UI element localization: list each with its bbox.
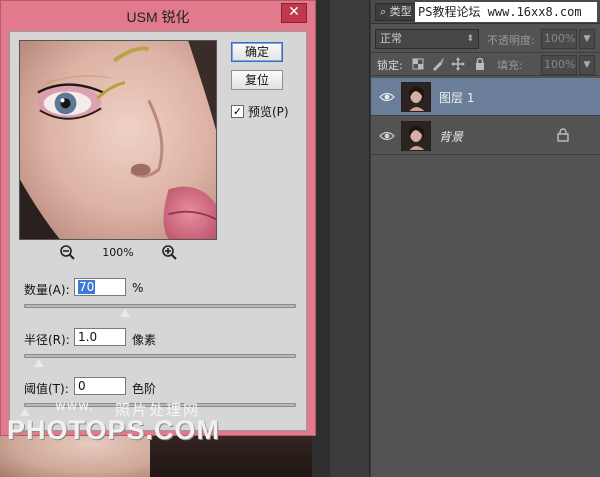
amount-slider[interactable] xyxy=(24,304,296,318)
lock-all-icon[interactable] xyxy=(473,57,487,71)
threshold-slider[interactable] xyxy=(19,403,296,417)
preview-toggle[interactable]: ✓ 预览(P) xyxy=(231,102,289,120)
threshold-label: 阈值(T): xyxy=(24,382,69,396)
portrait-thumbnail-icon xyxy=(402,122,430,150)
fill-input[interactable]: 100% xyxy=(541,55,577,75)
lock-position-move-icon[interactable] xyxy=(451,57,465,71)
radius-slider[interactable] xyxy=(24,354,296,368)
chevron-down-icon[interactable]: ▼ xyxy=(579,29,595,49)
opacity-label: 不透明度: xyxy=(487,34,535,47)
amount-value: 70 xyxy=(78,280,96,294)
zoom-in-icon[interactable] xyxy=(161,244,177,260)
blend-row: 正常 ⬍ 不透明度: 100% ▼ xyxy=(371,25,600,53)
radius-slider-thumb[interactable] xyxy=(32,358,45,368)
face-preview-icon xyxy=(20,41,216,239)
lock-label: 锁定: xyxy=(377,59,403,72)
dialog-titlebar[interactable]: USM 锐化 ✕ xyxy=(1,1,315,29)
lock-transparency-icon[interactable] xyxy=(411,57,425,71)
usm-sharpen-dialog: USM 锐化 ✕ 100% 确定 复位 ✓ 预览(P) 数量(A): 70 % … xyxy=(0,0,316,445)
radius-label: 半径(R): xyxy=(24,333,70,347)
layer-row-background[interactable]: 背景 xyxy=(371,117,600,155)
layer-thumbnail xyxy=(401,121,431,151)
fill-label: 填充: xyxy=(497,59,523,72)
opacity-input[interactable]: 100% xyxy=(541,29,577,49)
blend-mode-select[interactable]: 正常 ⬍ xyxy=(375,29,479,49)
lock-icon xyxy=(557,128,569,142)
zoom-level: 100% xyxy=(102,246,134,259)
preview-label: 预览(P) xyxy=(248,104,289,119)
chevron-down-icon[interactable]: ▼ xyxy=(579,55,595,75)
radius-unit: 像素 xyxy=(132,333,157,347)
preview-image[interactable] xyxy=(19,40,217,240)
zoom-controls: 100% xyxy=(19,244,217,264)
amount-input[interactable]: 70 xyxy=(74,278,126,296)
lock-row: 锁定: 填充: 100% ▼ xyxy=(371,54,600,76)
portrait-thumbnail-icon xyxy=(402,83,430,111)
threshold-slider-thumb[interactable] xyxy=(19,407,31,417)
layers-filter-bar: ⌕ 类型 PS教程论坛 www.16xx8.com xyxy=(371,0,600,24)
threshold-input[interactable]: 0 xyxy=(74,377,126,395)
reset-button[interactable]: 复位 xyxy=(231,70,283,90)
amount-slider-thumb[interactable] xyxy=(118,308,131,318)
amount-unit: % xyxy=(132,281,144,295)
dialog-body: 100% 确定 复位 ✓ 预览(P) 数量(A): 70 % 半径(R): 1.… xyxy=(9,31,307,431)
threshold-unit: 色阶 xyxy=(132,382,157,396)
layers-panel: ⌕ 类型 PS教程论坛 www.16xx8.com 正常 ⬍ 不透明度: 100… xyxy=(371,0,600,477)
canvas-hand-area xyxy=(0,430,150,477)
close-button[interactable]: ✕ xyxy=(281,3,307,23)
chevron-updown-icon: ⬍ xyxy=(466,34,474,44)
ok-button[interactable]: 确定 xyxy=(231,42,283,62)
preview-checkbox[interactable]: ✓ xyxy=(231,104,244,118)
site-banner: PS教程论坛 www.16xx8.com xyxy=(415,2,597,22)
layer-thumbnail xyxy=(401,82,431,112)
layer-name: 背景 xyxy=(439,130,464,144)
blend-mode-value: 正常 xyxy=(380,32,402,45)
visibility-eye-icon[interactable] xyxy=(379,90,395,104)
panel-dock-strip xyxy=(330,0,370,477)
layer-name: 图层 1 xyxy=(439,91,475,105)
amount-label: 数量(A): xyxy=(24,283,70,297)
visibility-eye-icon[interactable] xyxy=(379,129,395,143)
layer-row-layer-1[interactable]: 图层 1 xyxy=(371,78,600,116)
radius-input[interactable]: 1.0 xyxy=(74,328,126,346)
dialog-title: USM 锐化 xyxy=(126,9,190,25)
lock-pixels-brush-icon[interactable] xyxy=(431,57,445,71)
